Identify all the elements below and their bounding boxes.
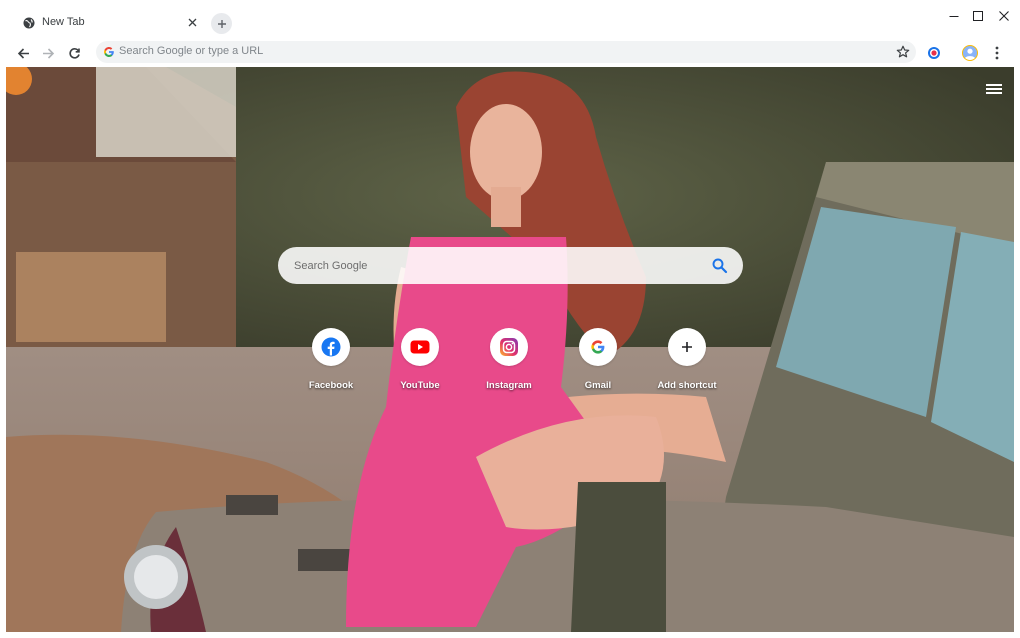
arrow-right-icon [42, 47, 54, 59]
close-icon [999, 11, 1009, 21]
youtube-icon [410, 340, 430, 354]
shortcut-icon-wrap [312, 328, 350, 366]
google-icon [591, 340, 605, 354]
shortcut-icon-wrap [401, 328, 439, 366]
shortcut-label: Facebook [308, 380, 354, 391]
search-input[interactable]: Search Google [278, 247, 743, 284]
extension-icon [928, 47, 940, 59]
avatar [962, 45, 978, 61]
hamburger-menu-icon[interactable] [985, 82, 1003, 96]
star-icon[interactable] [896, 45, 910, 59]
close-window-button[interactable] [996, 8, 1012, 24]
shortcut-facebook[interactable]: Facebook [292, 328, 372, 394]
tab-new-tab[interactable]: New Tab [10, 6, 206, 40]
new-tab-page: Search Google Facebook YouTube Instagram… [6, 67, 1014, 632]
arrow-left-icon [17, 47, 29, 59]
more-vert-icon [995, 46, 999, 60]
menu-button[interactable] [988, 44, 1006, 62]
back-button[interactable] [14, 44, 32, 62]
extension-button[interactable] [925, 44, 943, 62]
address-bar-placeholder: Search Google or type a URL [119, 45, 264, 57]
maximize-button[interactable] [970, 8, 986, 24]
shortcut-label: YouTube [400, 380, 440, 391]
search-placeholder: Search Google [294, 260, 368, 272]
shortcut-instagram[interactable]: Instagram [470, 328, 550, 394]
add-shortcut-button[interactable]: Add shortcut [648, 328, 728, 394]
toolbar: Search Google or type a URL [0, 40, 1020, 66]
maximize-icon [973, 11, 983, 21]
tab-strip: New Tab [0, 0, 1020, 42]
close-icon[interactable] [186, 16, 198, 28]
address-bar[interactable]: Search Google or type a URL [96, 41, 916, 63]
reload-icon [68, 47, 80, 59]
facebook-icon [321, 337, 341, 357]
minimize-icon [949, 16, 959, 17]
shortcut-label: Gmail [584, 380, 612, 391]
shortcut-icon-wrap [490, 328, 528, 366]
plus-icon [682, 342, 692, 352]
shortcut-tiles: Facebook YouTube Instagram Gmail Add sho… [6, 328, 1014, 398]
forward-button[interactable] [39, 44, 57, 62]
shortcut-label: Instagram [486, 380, 532, 391]
tab-title: New Tab [42, 16, 85, 28]
new-tab-button[interactable] [211, 13, 232, 34]
reload-button[interactable] [65, 44, 83, 62]
google-icon [104, 47, 114, 57]
minimize-button[interactable] [946, 8, 962, 24]
shortcut-icon-wrap [668, 328, 706, 366]
shortcut-label: Add shortcut [657, 380, 717, 391]
shortcut-gmail[interactable]: Gmail [559, 328, 639, 394]
globe-icon [23, 17, 35, 29]
search-icon[interactable] [711, 257, 728, 274]
shortcut-icon-wrap [579, 328, 617, 366]
instagram-icon [500, 338, 518, 356]
profile-button[interactable] [961, 44, 979, 62]
plus-icon [217, 19, 226, 28]
shortcut-youtube[interactable]: YouTube [381, 328, 461, 394]
